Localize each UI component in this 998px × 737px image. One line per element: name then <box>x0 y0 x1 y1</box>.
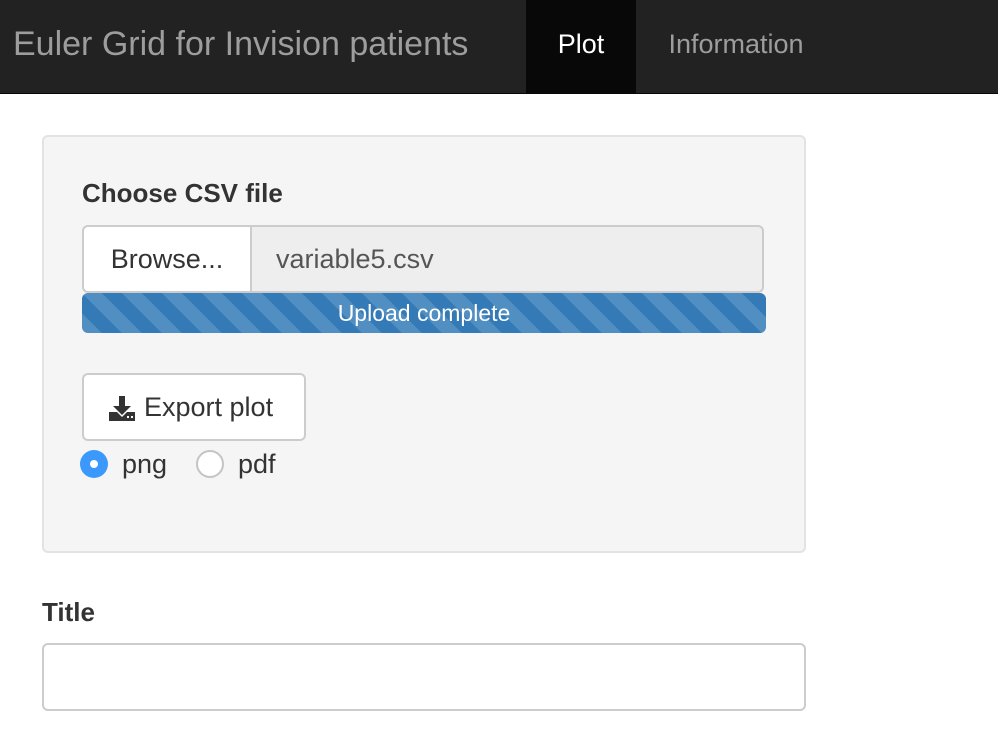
csv-file-label: Choose CSV file <box>82 178 283 208</box>
upload-progress-label: Upload complete <box>337 300 511 326</box>
app-title[interactable]: Euler Grid for Invision patients <box>13 0 468 93</box>
title-input[interactable] <box>42 643 806 711</box>
navbar: Euler Grid for Invision patients Plot In… <box>0 0 998 94</box>
title-label: Title <box>42 597 95 627</box>
export-plot-label: Export plot <box>144 392 274 422</box>
radio-pdf-circle[interactable] <box>196 450 224 478</box>
browse-button[interactable]: Browse... <box>82 225 252 293</box>
upload-progress-bar: Upload complete <box>82 293 766 333</box>
export-plot-button[interactable]: Export plot <box>82 373 306 441</box>
radio-pdf-label: pdf <box>238 449 276 479</box>
file-input-group: Browse... variable5.csv <box>82 225 764 293</box>
radio-pdf[interactable]: pdf <box>196 449 296 481</box>
radio-png-label: png <box>122 449 168 479</box>
radio-png-circle[interactable] <box>80 450 108 478</box>
tab-plot[interactable]: Plot <box>526 0 636 93</box>
file-name-field: variable5.csv <box>250 225 764 293</box>
download-icon <box>109 396 135 421</box>
radio-png[interactable]: png <box>80 449 180 481</box>
tab-information[interactable]: Information <box>640 0 832 93</box>
